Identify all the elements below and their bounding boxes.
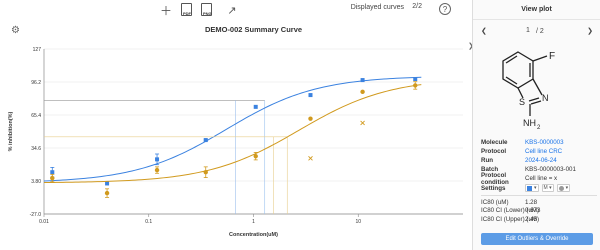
prop-row-protocol: Protocol Cell line CRC xyxy=(481,147,597,156)
data-point xyxy=(104,190,110,196)
data-point xyxy=(308,93,313,98)
result-value: 2.45 xyxy=(525,215,538,223)
dose-response-chart: DEMO-002 Summary Curve -27.0 3.80 34.6 65.4 9… xyxy=(8,25,463,238)
data-point xyxy=(360,89,365,95)
help-icon[interactable]: ? xyxy=(439,3,451,15)
amine-subscript: 2 xyxy=(537,125,541,131)
result-key: IC80 CI (Lower) (uM) xyxy=(481,207,540,215)
molecule-structure: F S N NH 2 xyxy=(502,51,555,131)
result-row: IC80 CI (Lower) (uM) 0.673 xyxy=(481,207,597,216)
settings-label: Settings xyxy=(481,184,506,192)
molecule-link[interactable]: KBS-0000003 xyxy=(525,139,564,146)
fitted-curve xyxy=(43,76,422,182)
data-point xyxy=(413,83,418,88)
view-plot-panel: View plot ❮ 1 / 2 ❯ F S N NH 2 Molecule … xyxy=(472,0,600,250)
prop-row-molecule: Molecule KBS-0000003 xyxy=(481,138,597,147)
divider xyxy=(481,195,597,196)
result-key: IC80 CI (Upper) (uM) xyxy=(481,215,540,223)
data-point xyxy=(308,116,313,121)
y-tick-label: 3.80 xyxy=(31,179,41,185)
result-row: IC80 CI (Upper) (uM) 2.45 xyxy=(481,215,597,224)
ring-nitrogen-label: N xyxy=(542,93,549,103)
settings-row: Settings ▾ M ▾ ▾ xyxy=(481,183,597,193)
panel-title: View plot xyxy=(473,0,600,20)
amine-label: NH xyxy=(523,118,536,128)
style-select[interactable]: ▾ xyxy=(556,184,571,192)
data-point xyxy=(253,104,258,109)
prop-key: Protocol xyxy=(481,148,507,155)
run-link[interactable]: 2024-06-24 xyxy=(525,157,557,164)
edit-outliers-button[interactable]: Edit Outliers & Override xyxy=(481,233,593,245)
x-axis-label: Concentration(uM) xyxy=(229,232,278,238)
protocol-link[interactable]: Cell line CRC xyxy=(525,148,562,155)
data-point xyxy=(105,181,110,186)
data-point xyxy=(360,78,365,83)
data-point xyxy=(154,167,160,173)
expand-icon[interactable]: ↗ xyxy=(225,3,239,17)
properties-table: Molecule KBS-0000003 Protocol Cell line … xyxy=(481,138,597,224)
y-tick-label: 34.6 xyxy=(31,146,41,152)
pdf-label: PDF xyxy=(183,11,191,16)
displayed-curves-label: Displayed curves xyxy=(350,4,404,11)
prop-key: Protocol condition xyxy=(481,171,509,186)
result-key: IC80 (uM) xyxy=(481,198,509,206)
data-point xyxy=(413,77,418,81)
y-axis-label: % inhibition(%) xyxy=(8,111,14,151)
plot-pane: ＋ PDF PNG ↗ Displayed curves 2/2 ? ⚙ DEM… xyxy=(0,0,474,250)
displayed-curves-count[interactable]: 2/2 xyxy=(412,3,422,10)
prop-key: Run xyxy=(481,157,494,164)
x-tick-label: 10 xyxy=(355,219,361,225)
data-point xyxy=(253,153,258,159)
curve-pager: ❮ 1 / 2 ❯ xyxy=(473,26,600,40)
x-tick-label: 0.01 xyxy=(39,219,49,225)
fitted-curve xyxy=(43,84,422,184)
chevron-right-icon[interactable]: ❯ xyxy=(587,27,593,35)
x-tick-label: 1 xyxy=(252,219,255,225)
result-row: IC80 (uM) 1.28 xyxy=(481,198,597,207)
page-total: / 2 xyxy=(536,28,544,35)
png-file-icon[interactable]: PNG xyxy=(201,3,212,16)
y-tick-label: 127 xyxy=(33,47,42,53)
marker-select[interactable]: M ▾ xyxy=(541,184,554,192)
batch-value: KBS-0000003-001 xyxy=(525,166,576,173)
data-point xyxy=(203,170,208,175)
result-value: 1.28 xyxy=(525,198,538,206)
y-tick-label: 65.4 xyxy=(31,113,41,119)
plot-toolbar: ＋ PDF PNG ↗ Displayed curves 2/2 ? xyxy=(0,0,471,20)
substituent-label: F xyxy=(549,51,555,62)
style-swatch xyxy=(558,185,564,191)
plus-icon[interactable]: ＋ xyxy=(159,3,173,18)
prop-key: Molecule xyxy=(481,139,508,146)
marker-value: M xyxy=(543,185,548,191)
chart-title: DEMO-002 Summary Curve xyxy=(205,25,302,34)
data-point xyxy=(50,170,55,175)
y-tick-label: 96.2 xyxy=(31,80,41,86)
data-point xyxy=(155,157,160,162)
color-swatch xyxy=(527,185,532,191)
data-point xyxy=(50,175,55,181)
color-select[interactable]: ▾ xyxy=(525,184,539,192)
x-tick-label: 0.1 xyxy=(145,219,152,225)
ring-sulfur-label: S xyxy=(519,97,525,107)
prop-row-run: Run 2024-06-24 xyxy=(481,156,597,165)
result-value: 0.673 xyxy=(525,207,541,215)
pdf-file-icon[interactable]: PDF xyxy=(181,3,192,16)
prop-row-condition: Protocol condition Cell line = x xyxy=(481,171,597,186)
chevron-left-icon[interactable]: ❮ xyxy=(481,27,487,35)
page-current[interactable]: 1 xyxy=(522,27,534,37)
condition-value: Cell line = x xyxy=(525,175,558,182)
y-tick-label: -27.0 xyxy=(30,212,42,218)
data-point xyxy=(203,138,208,143)
png-label: PNG xyxy=(203,11,212,16)
